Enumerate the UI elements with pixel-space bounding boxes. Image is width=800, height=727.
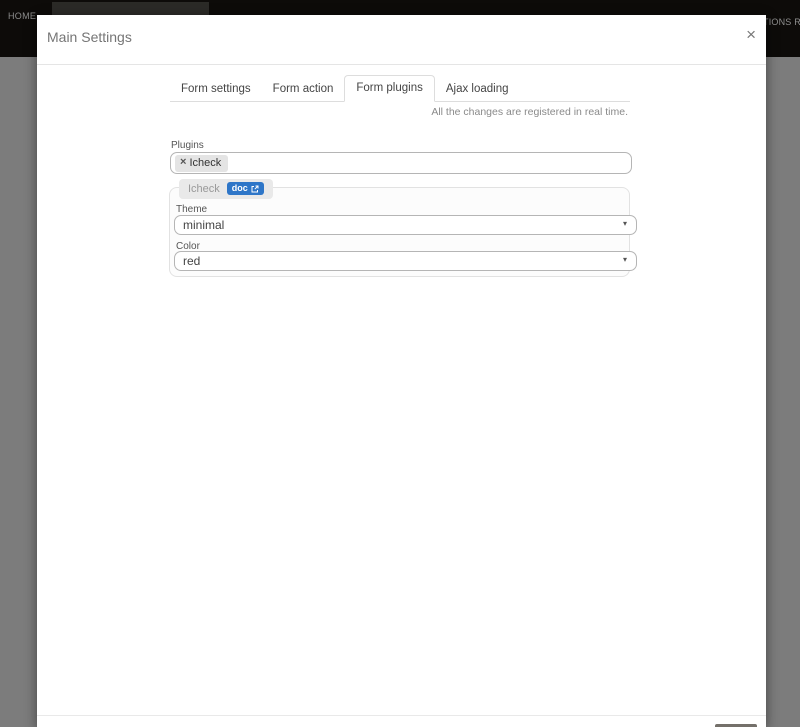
tab-form-plugins[interactable]: Form plugins (344, 75, 434, 102)
nav-right-text[interactable]: TIONS RE (763, 17, 800, 27)
close-icon[interactable]: × (744, 26, 758, 43)
plugins-field-label: Plugins (171, 140, 204, 151)
color-select-value: red (183, 254, 200, 268)
plugin-tag-label: Icheck (189, 157, 221, 169)
tab-form-action[interactable]: Form action (262, 77, 345, 102)
remove-tag-icon[interactable]: × (180, 157, 186, 168)
color-select[interactable]: red ▾ (174, 251, 637, 271)
realtime-note: All the changes are registered in real t… (431, 106, 628, 118)
icheck-legend: Icheck doc (179, 179, 273, 199)
chevron-down-icon: ▾ (623, 219, 627, 228)
chevron-down-icon: ▾ (623, 255, 627, 264)
plugin-tag-icheck: × Icheck (175, 155, 228, 172)
icheck-settings-fieldset: Icheck doc Theme minimal ▾ Color red (169, 187, 630, 277)
tab-ajax-loading[interactable]: Ajax loading (435, 77, 520, 102)
tab-form-settings[interactable]: Form settings (170, 77, 262, 102)
modal-header: Main Settings × (37, 15, 766, 65)
plugins-tags-input[interactable]: × Icheck (170, 152, 632, 174)
theme-select-value: minimal (183, 218, 224, 232)
theme-field-label: Theme (176, 204, 207, 215)
settings-tabs: Form settings Form action Form plugins A… (170, 76, 630, 102)
modal-footer (37, 715, 766, 727)
nav-item-active-highlight[interactable] (52, 2, 209, 15)
icheck-legend-label: Icheck (188, 183, 220, 195)
nav-item-home[interactable]: HOME (8, 11, 36, 21)
modal-title: Main Settings (47, 29, 132, 45)
doc-badge-label: doc (232, 184, 248, 193)
doc-badge[interactable]: doc (227, 182, 264, 195)
external-link-icon (251, 185, 259, 193)
theme-select[interactable]: minimal ▾ (174, 215, 637, 235)
main-settings-modal: Main Settings × Form settings Form actio… (37, 15, 766, 727)
